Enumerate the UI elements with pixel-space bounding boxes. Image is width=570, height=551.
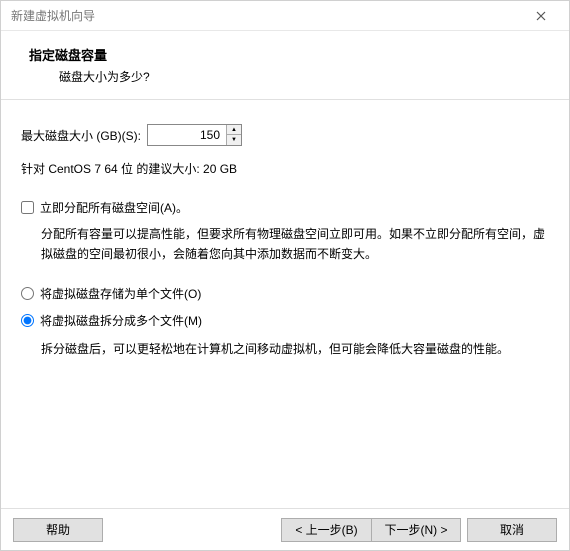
close-button[interactable]: [521, 3, 561, 29]
window-title: 新建虚拟机向导: [11, 7, 95, 24]
store-single-row: 将虚拟磁盘存储为单个文件(O): [21, 285, 549, 302]
back-button[interactable]: < 上一步(B): [281, 518, 371, 542]
page-title: 指定磁盘容量: [29, 45, 541, 64]
disk-size-row: 最大磁盘大小 (GB)(S): ▲ ▼: [21, 124, 549, 146]
spinner-buttons: ▲ ▼: [226, 125, 241, 145]
allocate-now-label[interactable]: 立即分配所有磁盘空间(A)。: [40, 199, 188, 216]
cancel-button[interactable]: 取消: [467, 518, 557, 542]
content-area: 最大磁盘大小 (GB)(S): ▲ ▼ 针对 CentOS 7 64 位 的建议…: [1, 100, 569, 508]
allocate-now-row: 立即分配所有磁盘空间(A)。: [21, 199, 549, 216]
page-subtitle: 磁盘大小为多少?: [29, 68, 541, 85]
wizard-header: 指定磁盘容量 磁盘大小为多少?: [1, 31, 569, 100]
store-single-label[interactable]: 将虚拟磁盘存储为单个文件(O): [40, 285, 201, 302]
allocate-now-checkbox[interactable]: [21, 201, 34, 214]
disk-size-label: 最大磁盘大小 (GB)(S):: [21, 127, 141, 144]
store-split-radio[interactable]: [21, 314, 34, 327]
spinner-down-button[interactable]: ▼: [227, 135, 241, 145]
next-button[interactable]: 下一步(N) >: [371, 518, 461, 542]
wizard-window: 新建虚拟机向导 指定磁盘容量 磁盘大小为多少? 最大磁盘大小 (GB)(S): …: [0, 0, 570, 551]
help-button[interactable]: 帮助: [13, 518, 103, 542]
close-icon: [536, 11, 546, 21]
disk-size-input[interactable]: [148, 125, 226, 145]
disk-size-spinner: ▲ ▼: [147, 124, 242, 146]
store-split-desc: 拆分磁盘后，可以更轻松地在计算机之间移动虚拟机，但可能会降低大容量磁盘的性能。: [21, 339, 549, 359]
titlebar: 新建虚拟机向导: [1, 1, 569, 31]
allocate-now-desc: 分配所有容量可以提高性能，但要求所有物理磁盘空间立即可用。如果不立即分配所有空间…: [21, 224, 549, 265]
footer: 帮助 < 上一步(B) 下一步(N) > 取消: [1, 508, 569, 550]
recommended-size: 针对 CentOS 7 64 位 的建议大小: 20 GB: [21, 160, 549, 177]
spinner-up-button[interactable]: ▲: [227, 125, 241, 135]
store-split-label[interactable]: 将虚拟磁盘拆分成多个文件(M): [40, 312, 202, 329]
back-next-group: < 上一步(B) 下一步(N) >: [281, 518, 461, 542]
store-split-row: 将虚拟磁盘拆分成多个文件(M): [21, 312, 549, 329]
store-single-radio[interactable]: [21, 287, 34, 300]
